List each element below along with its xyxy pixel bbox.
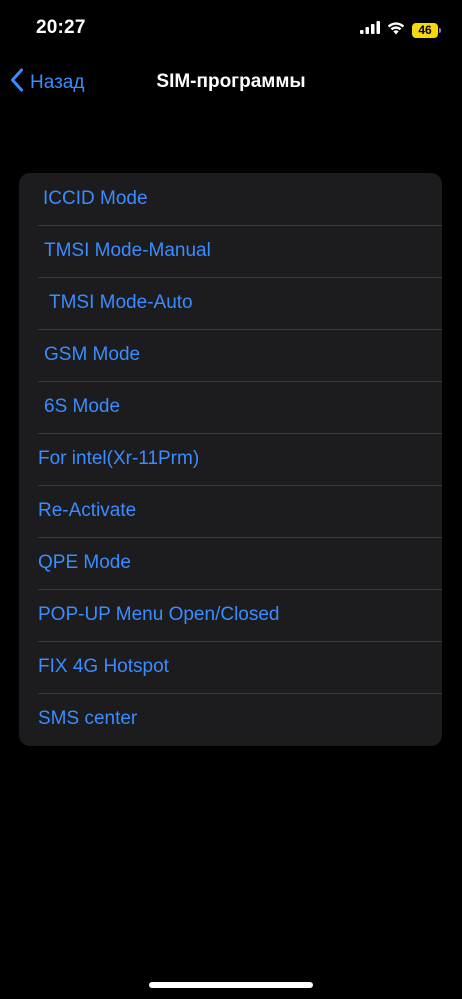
list-item-6s-mode[interactable]: 6S Mode [19,381,442,433]
list-item-iccid-mode[interactable]: ICCID Mode [19,173,442,225]
list-item-label: Re-Activate [38,500,137,521]
status-time: 20:27 [36,17,86,38]
list-item-label: FIX 4G Hotspot [38,656,169,677]
list-item-qpe-mode[interactable]: QPE Mode [19,537,442,589]
sim-programs-list: ICCID Mode TMSI Mode-Manual TMSI Mode-Au… [19,173,442,746]
battery-level: 46 [418,23,432,37]
signal-icon [360,21,380,39]
battery-icon: 46 [412,22,441,38]
list-item-gsm-mode[interactable]: GSM Mode [19,329,442,381]
list-item-for-intel[interactable]: For intel(Xr-11Prm) [19,433,442,485]
list-item-label: TMSI Mode-Auto [49,292,193,313]
list-item-fix-4g-hotspot[interactable]: FIX 4G Hotspot [19,641,442,693]
list-item-tmsi-mode-manual[interactable]: TMSI Mode-Manual [19,225,442,277]
list-item-label: For intel(Xr-11Prm) [38,448,200,469]
list-item-tmsi-mode-auto[interactable]: TMSI Mode-Auto [19,277,442,329]
status-bar: 20:27 46 [0,0,462,56]
page-title: SIM-программы [156,71,306,92]
list-item-label: QPE Mode [38,552,131,573]
status-icons: 46 [360,20,441,40]
list-item-popup-menu[interactable]: POP-UP Menu Open/Closed [19,589,442,641]
list-item-re-activate[interactable]: Re-Activate [19,485,442,537]
list-item-label: GSM Mode [44,344,141,365]
list-item-sms-center[interactable]: SMS center [19,693,442,745]
list-item-label: SMS center [38,708,138,729]
list-item-label: ICCID Mode [43,188,148,209]
home-indicator[interactable] [149,982,313,988]
list-item-label: 6S Mode [44,396,121,417]
list-item-label: TMSI Mode-Manual [44,240,211,261]
wifi-icon [387,21,405,40]
navigation-bar: Назад SIM-программы [0,56,462,108]
list-item-label: POP-UP Menu Open/Closed [38,604,280,625]
